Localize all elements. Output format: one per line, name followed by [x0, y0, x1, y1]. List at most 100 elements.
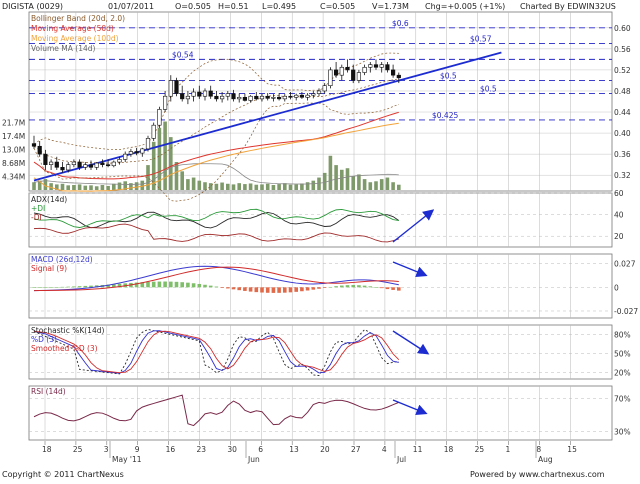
macd-histogram-bar	[305, 287, 310, 291]
volume-bar	[197, 180, 202, 190]
volume-bar	[220, 182, 224, 190]
candle-body	[379, 64, 384, 68]
volume-bar	[322, 172, 327, 190]
candle-body	[145, 138, 151, 150]
candle-body	[276, 96, 282, 100]
macd-histogram-bar	[300, 287, 304, 292]
macd-histogram-bar	[169, 281, 173, 288]
header-date: 01/07/2011	[108, 2, 154, 11]
macd-histogram-bar	[340, 285, 344, 288]
volume-bar	[226, 183, 230, 190]
candle-body	[254, 95, 259, 100]
grid-layer: 18 25 3 9 16 23 30 6 13 20 27 4 11 18 25 1 8 15May '11 Jun…	[2, 12, 638, 464]
volume-bar	[140, 180, 145, 190]
indicator-tick-label: 20%	[614, 369, 631, 378]
candle-body	[66, 164, 71, 171]
macd-histogram-bar	[288, 287, 293, 293]
price-tick-label: 0.44	[614, 108, 631, 117]
candle-body	[100, 162, 105, 165]
candle-body	[94, 162, 99, 168]
adx-panel-frame	[28, 192, 613, 248]
candle-body	[197, 91, 202, 97]
candle-body	[265, 95, 270, 99]
x-tick-label: 13	[289, 445, 299, 454]
candle-body	[390, 69, 396, 76]
macd-histogram-bar	[322, 287, 327, 288]
candle-body	[322, 85, 327, 92]
x-tick-label: 25	[73, 445, 83, 454]
macd-histogram-bar	[368, 286, 373, 288]
candle-body	[37, 145, 42, 155]
volume-bar	[368, 182, 373, 190]
price-tick-label: 0.52	[614, 66, 631, 75]
volume-bar	[317, 177, 321, 190]
candle-body	[373, 64, 379, 68]
x-tick-label: 4	[382, 445, 387, 454]
volume-bar	[328, 155, 333, 190]
candle-body	[316, 90, 322, 94]
price-tick-label: 0.32	[614, 171, 631, 180]
volume-ma-line	[33, 163, 399, 185]
candle-body	[237, 96, 242, 100]
candle-body	[333, 69, 339, 76]
macd-histogram-bar	[374, 287, 378, 288]
volume-bar	[163, 121, 167, 190]
price-tick-label: 0.48	[614, 87, 631, 96]
marks-layer: $0.6 $0.57 $0.54 $0.5 $0.5 $0.425	[31, 19, 497, 416]
candle-body	[220, 95, 225, 100]
candle-body	[134, 151, 139, 154]
footer-copyright: Copyright © 2011 ChartNexus	[2, 470, 124, 479]
macd-histogram-bar	[180, 282, 184, 288]
header-close: C=0.505	[320, 2, 355, 11]
indicator-tick-label: 50%	[614, 350, 631, 359]
legend-stochastic-k: Stochastic %K(14d)	[31, 326, 104, 335]
candle-body	[282, 95, 287, 100]
series-layer	[29, 27, 612, 427]
candle-body	[54, 161, 59, 168]
x-tick-label: 23	[197, 445, 207, 454]
volume-tick-label: 8.68M	[2, 159, 25, 168]
volume-bar	[277, 184, 281, 190]
macd-histogram-bar	[328, 286, 333, 288]
level-label: $0.425	[432, 111, 458, 120]
volume-bar	[288, 184, 293, 190]
volume-bar	[340, 169, 344, 190]
candle-body	[83, 164, 88, 168]
stock-chart: DIGISTA (0029) 01/07/2011 O=0.505 H=0.51…	[0, 0, 640, 480]
candle-body	[396, 74, 401, 79]
header-volume: V=1.73M	[372, 2, 409, 11]
candle-body	[339, 66, 344, 76]
candle-body	[180, 93, 185, 100]
candle-body	[191, 91, 196, 97]
level-label: $0.57	[470, 35, 492, 44]
header-change: Chg=+0.005 (+1%)	[425, 2, 505, 11]
candle-body	[31, 143, 37, 147]
price-tick-label: 0.40	[614, 129, 631, 138]
header-credit: Charted By EDWIN32US	[520, 2, 616, 11]
volume-bar	[77, 184, 82, 190]
candle-body	[128, 151, 134, 155]
macd-histogram-bar	[146, 281, 150, 288]
x-tick-label: 30	[227, 445, 237, 454]
legend-macd: MACD (26d,12d)	[31, 255, 93, 264]
macd-histogram-bar	[248, 287, 253, 292]
candle-body	[351, 69, 356, 81]
legend-bollinger: Bollinger Band (20d, 2.0)	[31, 14, 125, 23]
volume-bar	[334, 165, 338, 190]
macd-histogram-bar	[334, 286, 338, 288]
macd-histogram-bar	[43, 287, 48, 288]
volume-bar	[237, 183, 241, 190]
candle-body	[77, 161, 82, 168]
macd-histogram-bar	[226, 287, 230, 289]
candle-body	[202, 90, 208, 97]
macd-histogram-bar	[186, 282, 190, 288]
volume-bar	[271, 185, 276, 190]
level-label: $0.6	[392, 19, 409, 28]
legend-ma100: Moving Average (100d)	[31, 34, 119, 43]
indicator-tick-label: 80%	[614, 331, 631, 340]
macd-histogram-bar	[317, 287, 321, 289]
volume-bar	[379, 179, 384, 190]
volume-bar	[300, 183, 304, 190]
macd-histogram-bar	[231, 287, 236, 290]
volume-bar	[32, 182, 36, 190]
